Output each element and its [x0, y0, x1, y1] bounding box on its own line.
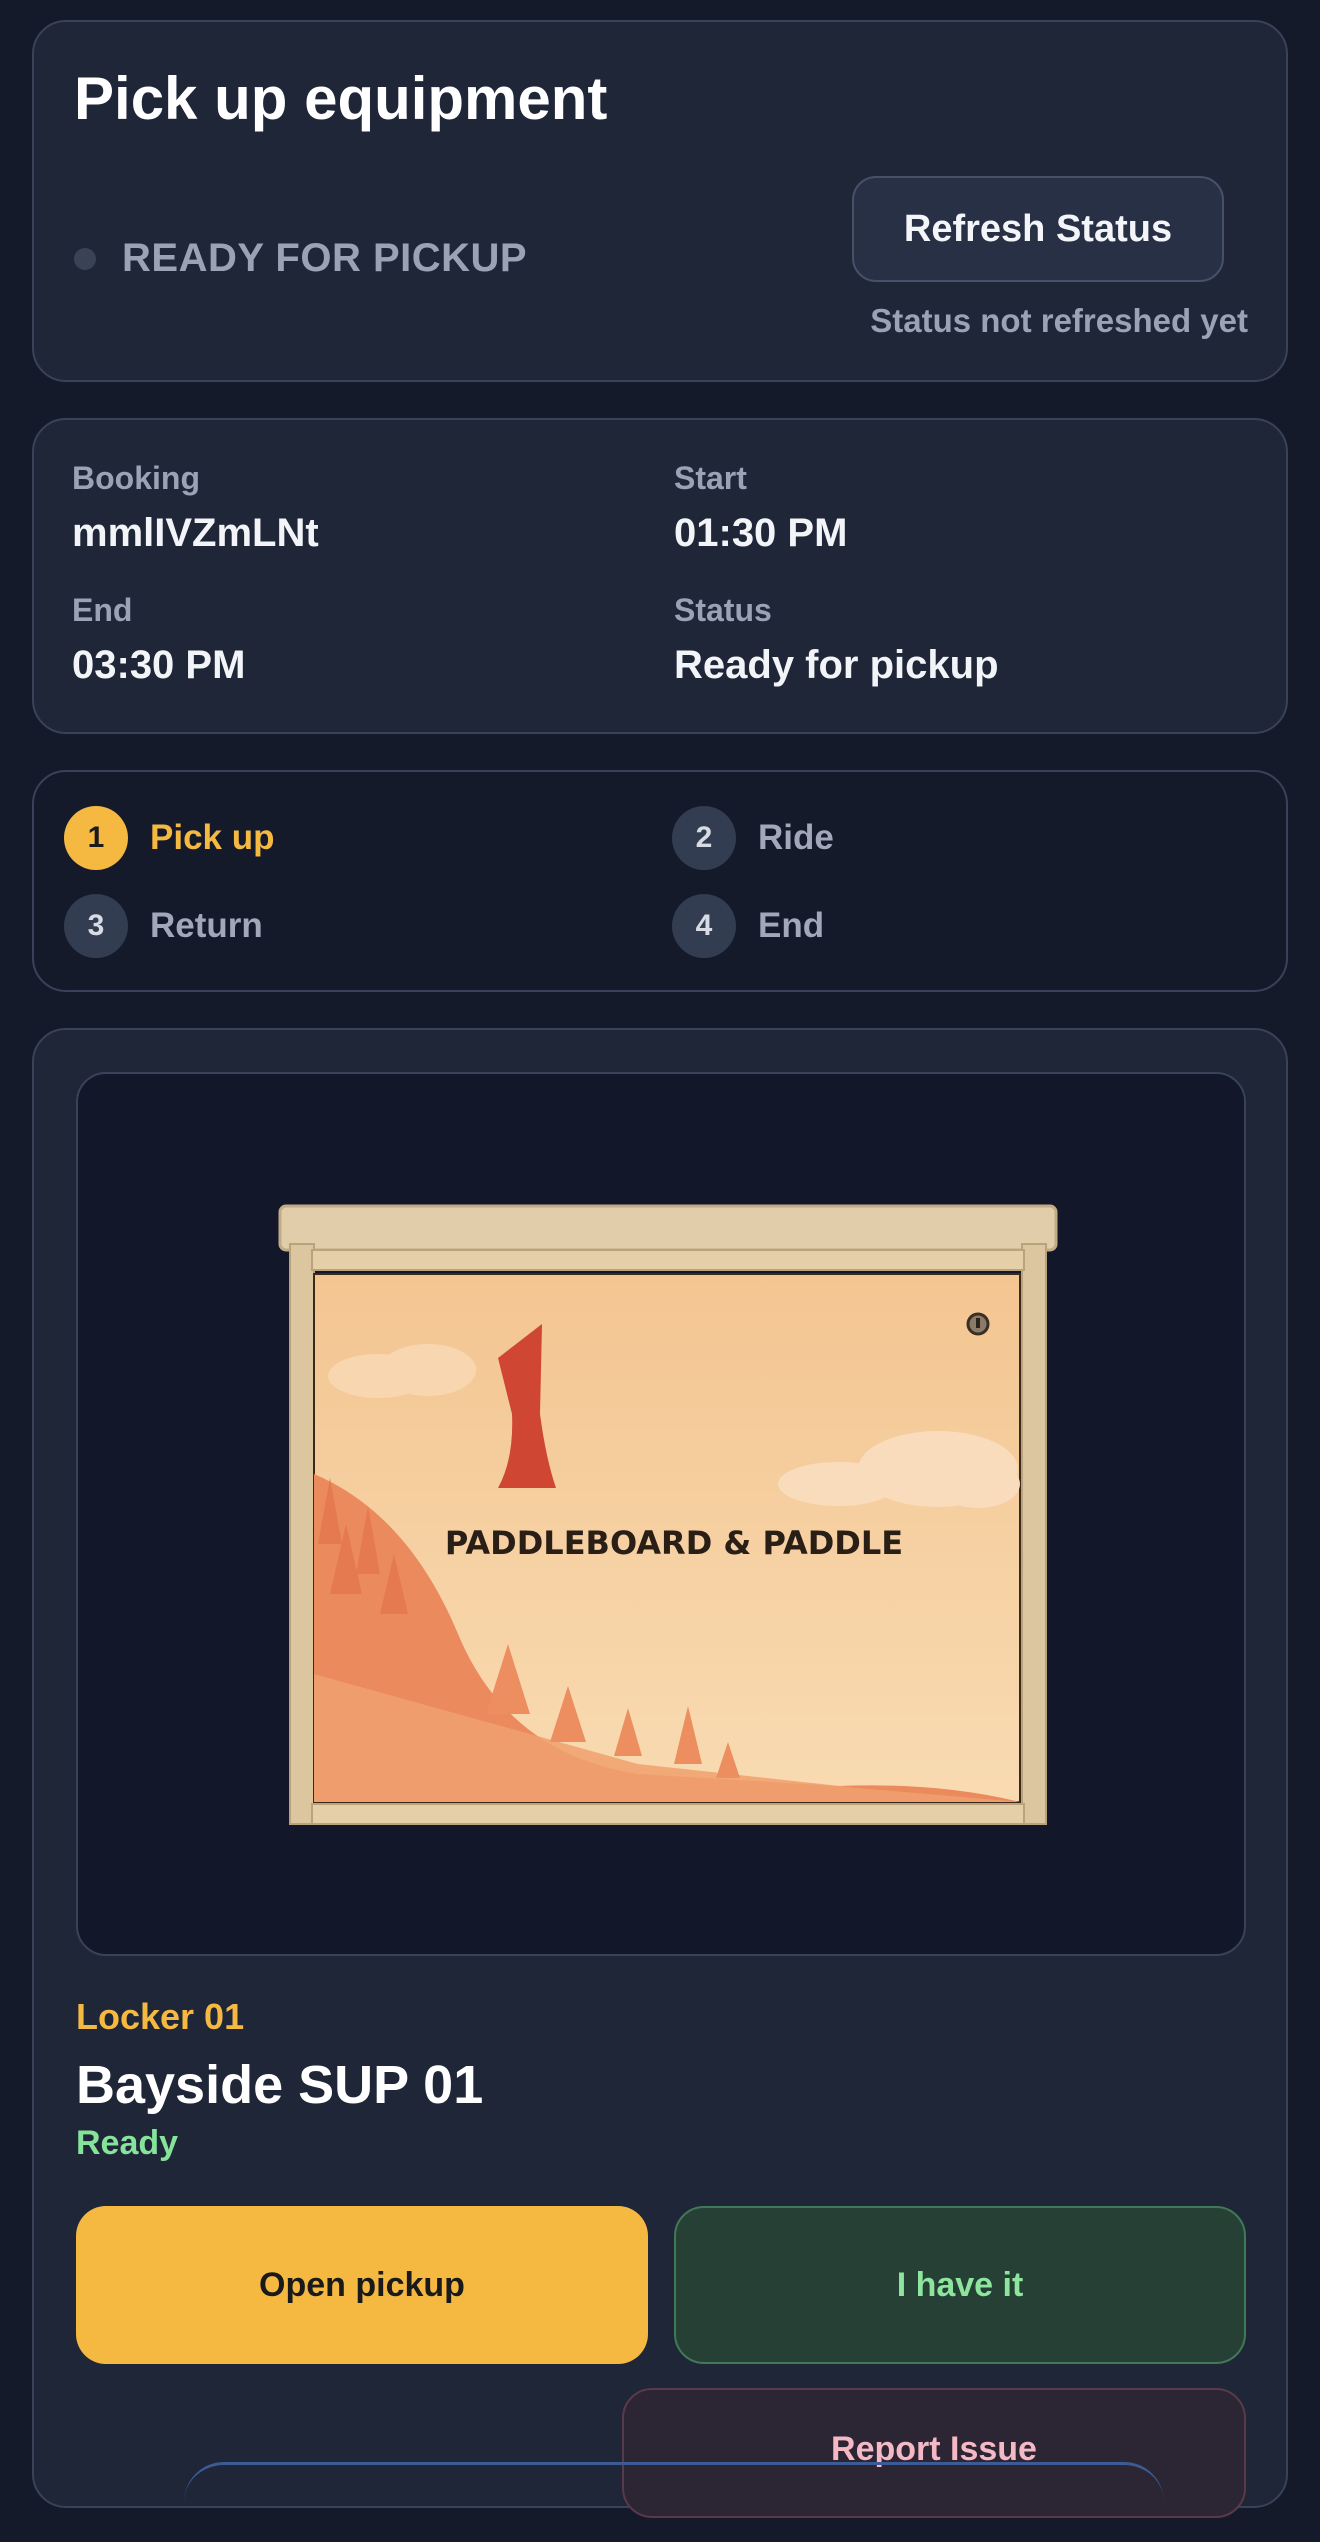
- step-return: 3 Return: [64, 894, 263, 958]
- start-field: Start 01:30 PM: [674, 460, 847, 556]
- step-end: 4 End: [672, 894, 824, 958]
- locker-number: Locker 01: [76, 1996, 245, 2037]
- locker-name: Bayside SUP 01: [76, 2055, 484, 2115]
- status-field: Status Ready for pickup: [674, 592, 999, 688]
- locker-card: PADDLEBOARD & PADDLE Locker 01 Bayside S…: [32, 1028, 1288, 2518]
- booking-field: Booking mmlIVZmLNt: [72, 460, 319, 556]
- status-indicator: READY FOR PICKUP: [74, 236, 527, 281]
- refresh-status-button[interactable]: Refresh Status: [852, 176, 1224, 282]
- progress-steps: 1 Pick up 2 Ride 3 Return 4 End: [32, 770, 1288, 992]
- i-have-it-button[interactable]: I have it: [674, 2206, 1246, 2364]
- step-pick-up: 1 Pick up: [64, 806, 274, 870]
- start-label: Start: [674, 460, 747, 496]
- locker-status: Ready: [76, 2124, 179, 2162]
- start-value: 01:30 PM: [674, 511, 848, 555]
- end-label: End: [72, 592, 133, 628]
- header-card: Pick up equipment READY FOR PICKUP Refre…: [32, 20, 1288, 382]
- status-text: READY FOR PICKUP: [122, 236, 528, 280]
- locker-image: PADDLEBOARD & PADDLE: [278, 1204, 1058, 1825]
- locker-image-frame: PADDLEBOARD & PADDLE: [76, 1072, 1246, 1956]
- booking-label: Booking: [72, 460, 200, 496]
- status-value: Ready for pickup: [674, 643, 999, 687]
- status-label: Status: [674, 592, 772, 628]
- step-number: 1: [64, 806, 128, 870]
- step-label: End: [758, 906, 825, 945]
- end-value: 03:30 PM: [72, 643, 246, 687]
- booking-value: mmlIVZmLNt: [72, 511, 319, 555]
- status-dot-icon: [74, 247, 96, 270]
- step-number: 4: [672, 894, 736, 958]
- open-pickup-button[interactable]: Open pickup: [76, 2206, 648, 2364]
- booking-details-card: Booking mmlIVZmLNt Start 01:30 PM End 03…: [32, 418, 1288, 734]
- locker-image-caption: PADDLEBOARD & PADDLE: [445, 1524, 903, 1562]
- step-number: 2: [672, 806, 736, 870]
- end-field: End 03:30 PM: [72, 592, 245, 688]
- step-label: Pick up: [150, 818, 275, 857]
- refresh-note: Status not refreshed yet: [870, 302, 1248, 339]
- step-label: Return: [150, 906, 263, 945]
- page-title: Pick up equipment: [74, 65, 608, 132]
- step-ride: 2 Ride: [672, 806, 834, 870]
- bottom-button-edge: [184, 2462, 1164, 2542]
- step-label: Ride: [758, 818, 834, 857]
- step-number: 3: [64, 894, 128, 958]
